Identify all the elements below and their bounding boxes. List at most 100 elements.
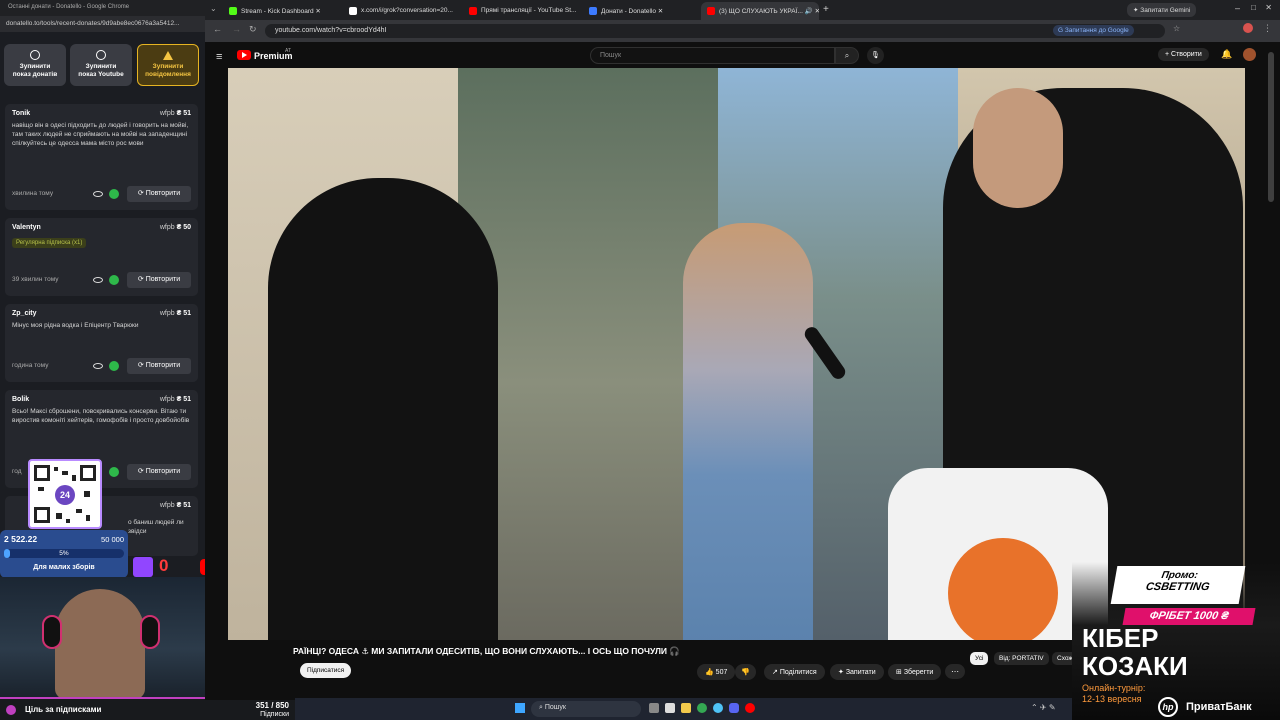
repeat-button[interactable]: ⟳ Повторити [127,358,191,374]
scrollbar[interactable] [1268,52,1274,202]
obs-icon[interactable] [745,703,755,713]
stop-messages-button[interactable]: Зупинити повідомлення [137,44,199,86]
ad-tournament: Онлайн-турнір: [1082,683,1146,693]
donation-message: о баниш людей ли звідси [128,519,184,535]
profile-icon[interactable] [1243,23,1253,33]
browser-icon[interactable] [713,703,723,713]
check-icon[interactable] [109,467,119,477]
minimize-button[interactable]: – [1235,3,1240,13]
goal-percent: 5% [59,550,69,557]
sponsor-ad: Промо: CSBETTING ФРІБЕТ 1000 ₴ КІБЕР КОЗ… [1072,562,1280,720]
app-icon[interactable] [665,703,675,713]
donation-time: 39 хвилин тому [12,276,59,283]
hamburger-icon[interactable]: ≡ [216,51,222,63]
back-icon[interactable]: ← [213,24,222,34]
eye-icon[interactable] [93,277,103,283]
toolbar: ← → ↻ youtube.com/watch?v=cbroodYd4hI G … [205,20,1280,42]
tab-kick[interactable]: Stream - Kick Dashboard ✕ [223,2,341,20]
hp-logo-icon: hp [1158,697,1178,717]
avatar[interactable] [1243,48,1256,61]
repeat-button[interactable]: ⟳ Повторити [127,464,191,480]
eye-icon[interactable] [93,191,103,197]
task-view-icon[interactable] [649,703,659,713]
chip-from-channel[interactable]: Від: PORTATIV [994,652,1049,665]
goal-progress: 5% [4,549,124,558]
tab-youtube-video[interactable]: (3) ЩО СЛУХАЮТЬ УКРАЇ... 🔊 ✕ [701,2,819,20]
bank-logo: ПриватБанк [1186,701,1252,713]
donation-message: Всьо! Максі сброшени, повскривались конс… [12,408,190,424]
streamer [55,589,145,697]
address-bar[interactable]: donatello.to/tools/recent-donates/9d9abe… [0,16,205,32]
chip-all[interactable]: Усі [970,652,989,665]
donor-name: Bolik [12,396,30,403]
menu-icon[interactable]: ⋮ [1263,23,1272,34]
goal-current: 2 522.22 [4,534,38,544]
subscription-badge: Регулярна підписка (x1) [12,238,87,248]
ask-button[interactable]: ✦ Запитати [830,664,884,680]
ask-gemini-button[interactable]: ✦ Запитати Gemini [1127,3,1197,17]
check-icon[interactable] [109,275,119,285]
donation-message: навіщо він в одесі підходить до людей і … [12,122,189,147]
warning-icon [163,51,173,60]
file-explorer-icon[interactable] [681,703,691,713]
star-icon[interactable]: ☆ [1173,24,1180,33]
tab-youtube-studio[interactable]: Прямі трансляції - YouTube St... [463,2,581,20]
twitch-count: 0 [159,556,169,575]
donation-time: година тому [12,362,49,369]
donation-amount: wfpb ₴ 51 [159,310,191,317]
youtube-logo-icon[interactable] [237,50,251,60]
country-code: AT [285,48,292,54]
donor-name: Zp_city [12,310,37,317]
donation-goal: 2 522.22 50 000 5% Для малих зборів [0,530,128,578]
taskbar-search[interactable]: ⌕ Пошук [531,701,641,717]
url-bar[interactable]: youtube.com/watch?v=cbroodYd4hI [265,24,1165,38]
donation-card: Tonik wfpb ₴ 51 навіщо він в одесі підхо… [5,104,198,210]
video-player[interactable] [228,68,1245,640]
donation-message: Мінус моя рідна водка і Епіцентр Тварюки [12,322,139,329]
repeat-button[interactable]: ⟳ Повторити [127,186,191,202]
stop-donations-button[interactable]: Зупинити показ донатів [4,44,66,86]
donation-time: хвилина тому [12,190,54,197]
stop-icon [96,50,106,60]
tab-donatello[interactable]: Донати - Donatello ✕ [583,2,701,20]
windows-start-icon[interactable] [515,703,525,713]
like-button[interactable]: 👍 507 [697,664,736,680]
forward-icon[interactable]: → [232,24,241,34]
maximize-button[interactable]: □ [1251,3,1256,12]
reload-icon[interactable]: ↻ [249,24,257,35]
share-button[interactable]: ↗ Поділитися [764,664,825,680]
donation-amount: wfpb ₴ 51 [159,110,191,117]
person-center [683,223,813,640]
repeat-button[interactable]: ⟳ Повторити [127,272,191,288]
search-icon[interactable]: ⌕ [835,47,859,64]
new-tab-button[interactable]: + [823,4,829,15]
window-title: Останні донати - Donatello - Google Chro… [0,0,205,16]
ad-title-1: КІБЕР [1082,623,1159,653]
ask-google-button[interactable]: G Запитання до Google [1053,25,1134,36]
stop-youtube-button[interactable]: Зупинити показ Youtube [70,44,132,86]
tray-icons[interactable]: ⌃ ✈ ✎ [1031,703,1056,712]
tab-grok[interactable]: x.com/i/grok?conversation=20... [343,2,461,20]
subscribe-button[interactable]: Підписатися [300,663,352,678]
donation-amount: wfpb ₴ 50 [159,224,191,231]
check-icon[interactable] [109,189,119,199]
check-icon[interactable] [109,361,119,371]
ad-title-2: КОЗАКИ [1082,651,1188,681]
subscriber-goal: Ціль за підписками 351 / 850 Підписки [0,697,295,720]
donation-amount: wfpb ₴ 51 [159,502,191,509]
goal-target: 50 000 [101,535,124,544]
save-button[interactable]: ⊞ Зберегти [888,664,942,680]
dislike-button[interactable]: 👎 [735,664,756,680]
microphone-icon[interactable]: 🎙 [867,47,884,64]
more-button[interactable]: ⋯ [945,664,965,679]
discord-icon[interactable] [729,703,739,713]
ad-dates: 12-13 вересня [1082,694,1142,704]
eye-icon[interactable] [93,363,103,369]
close-button[interactable]: ✕ [1265,3,1272,12]
create-button[interactable]: + Створити [1158,48,1209,61]
tab-search-icon[interactable]: ⌄ [210,4,220,14]
goal-label: Для малих зборів [33,564,95,571]
notifications-icon[interactable]: 🔔 [1221,49,1232,60]
search-input[interactable]: Пошук [590,47,835,64]
chrome-icon[interactable] [697,703,707,713]
